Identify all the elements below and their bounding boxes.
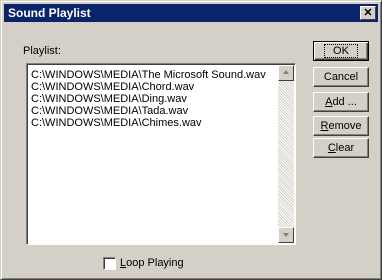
scroll-down-button[interactable]: [278, 227, 294, 243]
list-item[interactable]: C:\WINDOWS\MEDIA\Tada.wav: [31, 105, 279, 117]
clear-hotkey: C: [327, 142, 336, 154]
title-bar: Sound Playlist ✕: [4, 4, 378, 22]
loop-playing-checkbox[interactable]: [103, 257, 116, 270]
list-item[interactable]: C:\WINDOWS\MEDIA\Chimes.wav: [31, 117, 279, 129]
list-item[interactable]: C:\WINDOWS\MEDIA\Ding.wav: [31, 93, 279, 105]
loop-playing-label[interactable]: Loop Playing: [120, 257, 184, 270]
window-title: Sound Playlist: [8, 6, 91, 20]
playlist-label: Playlist:: [23, 45, 61, 57]
remove-button[interactable]: Remove: [313, 116, 369, 136]
sound-playlist-dialog: Sound Playlist ✕ Playlist: C:\WINDOWS\ME…: [0, 0, 382, 280]
arrow-down-icon: [283, 233, 289, 237]
add-button[interactable]: Add ...: [313, 92, 369, 112]
loop-label-text: oop Playing: [126, 257, 184, 269]
playlist-listbox[interactable]: C:\WINDOWS\MEDIA\The Microsoft Sound.wav…: [26, 63, 296, 245]
cancel-button[interactable]: Cancel: [313, 67, 369, 87]
cancel-button-label: Cancel: [323, 71, 359, 83]
ok-button-label: OK: [324, 44, 358, 58]
list-item[interactable]: C:\WINDOWS\MEDIA\The Microsoft Sound.wav: [31, 69, 279, 81]
add-button-label: dd ...: [332, 96, 357, 108]
clear-button[interactable]: Clear: [313, 138, 369, 158]
vertical-scrollbar[interactable]: [278, 65, 294, 243]
clear-button-label: lear: [335, 142, 355, 154]
ok-button[interactable]: OK: [313, 41, 369, 61]
remove-button-label: emove: [328, 120, 362, 132]
arrow-up-icon: [283, 70, 289, 74]
close-icon: ✕: [363, 7, 373, 19]
list-item[interactable]: C:\WINDOWS\MEDIA\Chord.wav: [31, 81, 279, 93]
close-button[interactable]: ✕: [360, 6, 376, 20]
scroll-up-button[interactable]: [278, 65, 294, 81]
